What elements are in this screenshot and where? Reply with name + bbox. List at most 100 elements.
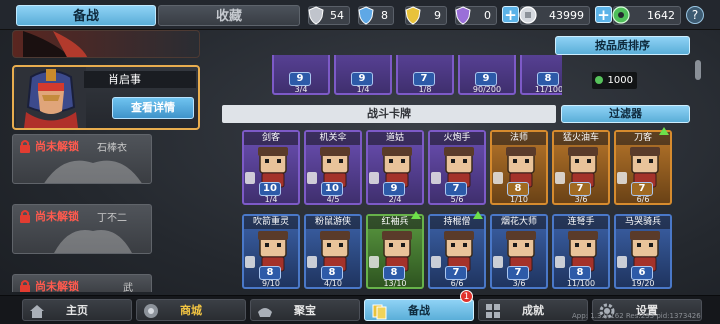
hero-list[interactable]: 肖启事 查看详情 尚未解锁 石棒衣 尚未解锁 丁不二 尚未解锁 武 — [10, 30, 210, 292]
lock-icon — [20, 140, 30, 153]
locked-hero-name: 武 — [123, 283, 133, 292]
help-button[interactable]: ? — [686, 6, 704, 24]
battle-card[interactable]: 粉鼠游侠 8 4/10 — [304, 214, 362, 289]
coin-icon — [519, 6, 537, 24]
battle-card[interactable]: 连弩手 8 11/100 — [552, 214, 610, 289]
gold-shield-icon — [405, 6, 421, 25]
card-level: 7 — [569, 182, 591, 196]
silver-shield-counter: 54 — [308, 6, 350, 25]
battle-card[interactable]: 持棍僧 7 6/6 — [428, 211, 486, 289]
version-info: App: 1.3.0.162 Res:233 pid:1373426 — [572, 312, 701, 320]
battle-card[interactable]: 烟花大师 7 3/6 — [490, 214, 548, 289]
card-progress: 3/6 — [574, 195, 588, 204]
battle-card[interactable]: 猛火油车 7 3/6 — [552, 130, 610, 205]
battle-card[interactable]: 火炮手 7 5/6 — [428, 130, 486, 205]
locked-label: 尚未解锁 — [35, 140, 79, 153]
card-name: 火炮手 — [430, 132, 484, 145]
top-bar: 备战 收藏 54 8 9 0 + 43999 + 1642 ? — [0, 0, 720, 30]
card-name: 粉鼠游侠 — [306, 216, 360, 229]
card-progress: 4/10 — [324, 279, 342, 288]
view-details-button[interactable]: 查看详情 — [112, 97, 194, 119]
filter-button[interactable]: 过滤器 — [561, 105, 690, 123]
nav-label: 主页 — [66, 304, 88, 317]
nav-prepare[interactable]: 备战 — [364, 299, 474, 321]
coin-counter: 43999 — [519, 6, 590, 25]
nav-home[interactable]: 主页 — [22, 299, 132, 321]
hero-card-selected[interactable]: 肖启事 查看详情 — [12, 65, 200, 130]
coin-value: 43999 — [549, 9, 584, 22]
hero-portrait — [16, 67, 86, 128]
scrollbar[interactable] — [695, 60, 701, 80]
card-partial-1[interactable]: 9 3/4 — [272, 55, 330, 95]
card-partial-5[interactable]: 8 11/100 — [520, 55, 562, 95]
card-progress: 1/4 — [264, 195, 278, 204]
card-level: 8 — [569, 266, 591, 280]
add-gems-button[interactable]: + — [595, 6, 612, 23]
card-progress: 6/6 — [636, 195, 650, 204]
card-name: 道姑 — [368, 132, 422, 145]
battle-card[interactable]: 吹箭重灵 8 9/10 — [242, 214, 300, 289]
upgrade-arrow-icon — [411, 211, 421, 219]
purple-shield-counter: 0 — [455, 6, 497, 25]
battle-card[interactable]: 刀客 7 6/6 — [614, 127, 672, 205]
card-level: 8 — [537, 72, 559, 86]
locked-label: 尚未解锁 — [35, 280, 79, 292]
purple-shield-value: 0 — [484, 9, 491, 22]
card-partial-3[interactable]: 7 1/8 — [396, 55, 454, 95]
battle-card[interactable]: 法师 8 1/10 — [490, 130, 548, 205]
card-class-icon — [617, 172, 627, 184]
card-name: 法师 — [492, 132, 546, 145]
card-partial-2[interactable]: 9 1/4 — [334, 55, 392, 95]
battle-card[interactable]: 道姑 9 2/4 — [366, 130, 424, 205]
locked-hero-card-2[interactable]: 尚未解锁 丁不二 — [12, 204, 152, 254]
locked-hero-card-1[interactable]: 尚未解锁 石棒衣 — [12, 134, 152, 184]
blue-shield-value: 8 — [381, 9, 388, 22]
card-level: 7 — [413, 72, 435, 86]
battle-card[interactable]: 剑客 10 1/4 — [242, 130, 300, 205]
shop-icon — [144, 304, 158, 318]
battle-card[interactable]: 马哭骑兵 6 19/20 — [614, 214, 672, 289]
blue-shield-counter: 8 — [358, 6, 394, 25]
card-partial-4[interactable]: 9 90/200 — [458, 55, 516, 95]
card-level: 6 — [631, 266, 653, 280]
battle-card[interactable]: 机关伞 10 4/5 — [304, 130, 362, 205]
achievement-icon — [486, 304, 500, 318]
card-level: 9 — [351, 72, 373, 86]
card-progress: 19/20 — [631, 279, 655, 288]
hero-portrait-partial — [23, 31, 88, 57]
sort-by-quality-button[interactable]: 按品质排序 — [555, 36, 690, 55]
jade-icon — [595, 76, 603, 84]
upgrade-arrow-icon — [473, 211, 483, 219]
nav-shop[interactable]: 商城 — [136, 299, 246, 321]
card-class-icon — [307, 256, 317, 268]
locked-hero-card-3[interactable]: 尚未解锁 武 — [12, 274, 152, 292]
card-class-icon — [555, 256, 565, 268]
home-icon — [30, 305, 44, 318]
hero-silhouette — [54, 230, 132, 253]
card-progress: 90/200 — [472, 85, 502, 94]
card-progress: 2/4 — [388, 195, 402, 204]
tab-collection[interactable]: 收藏 — [158, 5, 300, 26]
battle-card[interactable]: 红袖兵 8 13/10 — [366, 211, 424, 289]
card-progress: 3/6 — [512, 279, 526, 288]
card-row-partial: 9 3/4 9 1/4 7 1/8 9 90/200 8 11/100 — [222, 55, 562, 95]
card-level: 8 — [383, 266, 405, 280]
card-name: 猛火油车 — [554, 132, 608, 145]
gem-counter: 1642 — [612, 6, 681, 25]
card-class-icon — [369, 256, 379, 268]
card-level: 8 — [321, 266, 343, 280]
nav-treasure[interactable]: 聚宝 — [250, 299, 360, 321]
card-class-icon — [493, 172, 503, 184]
gold-shield-value: 9 — [434, 9, 441, 22]
card-class-icon — [245, 172, 255, 184]
card-level: 9 — [383, 182, 405, 196]
jade-icon — [612, 6, 630, 24]
hero-card-partial[interactable] — [12, 30, 200, 58]
nav-label: 聚宝 — [294, 304, 316, 317]
silver-shield-icon — [308, 6, 324, 25]
add-coins-button[interactable]: + — [502, 6, 519, 23]
card-class-icon — [307, 172, 317, 184]
notification-badge: 1 — [460, 290, 473, 303]
tab-prepare[interactable]: 备战 — [16, 5, 156, 26]
upgrade-arrow-icon — [659, 127, 669, 135]
